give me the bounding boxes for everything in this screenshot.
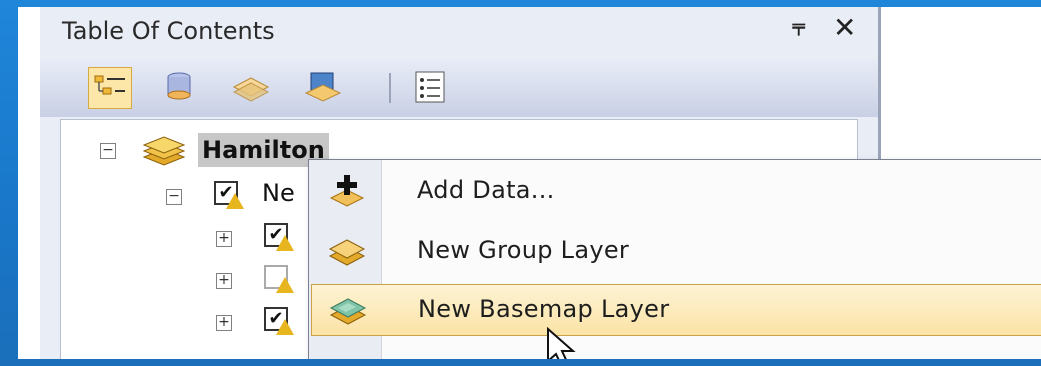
list-by-drawing-order-icon[interactable] <box>88 67 132 109</box>
basemap-layer-icon <box>328 293 368 327</box>
menu-item-add-data[interactable]: Add Data... <box>311 166 1040 216</box>
add-data-icon <box>327 174 367 208</box>
menu-item-new-group-layer[interactable]: New Group Layer <box>311 226 1040 276</box>
group-layer-icon <box>327 234 367 268</box>
menu-item-label: New Group Layer <box>417 236 630 264</box>
mouse-pointer-icon <box>546 326 580 359</box>
menu-item-new-basemap-layer[interactable]: New Basemap Layer <box>311 284 1041 336</box>
arcmap-screenshot: Table Of Contents ⫧ ✕ − Hamilton − ✔ Ne … <box>18 7 1041 359</box>
menu-item-label: Add Data... <box>417 176 555 204</box>
warning-icon <box>276 277 294 293</box>
toolbar-separator <box>389 73 391 103</box>
pin-icon[interactable]: ⫧ <box>792 13 806 41</box>
collapse-root-toggle[interactable]: − <box>100 143 116 159</box>
collapse-child-toggle[interactable]: − <box>166 189 182 205</box>
options-icon[interactable] <box>410 67 452 107</box>
list-by-source-icon[interactable] <box>158 67 200 107</box>
list-by-selection-icon[interactable] <box>302 67 344 107</box>
expand-toggle[interactable]: + <box>216 273 232 289</box>
context-menu: Add Data... New Group Layer New Basemap … <box>308 159 1041 359</box>
expand-toggle[interactable]: + <box>216 315 232 331</box>
close-icon[interactable]: ✕ <box>833 11 856 44</box>
toc-toolbar <box>40 59 878 117</box>
warning-icon <box>226 193 244 209</box>
group-layer-label[interactable]: Ne <box>262 179 295 207</box>
list-by-visibility-icon[interactable] <box>230 67 272 107</box>
map-layers-icon <box>140 135 188 171</box>
expand-toggle[interactable]: + <box>216 231 232 247</box>
menu-item-label: New Basemap Layer <box>418 295 670 323</box>
toc-title: Table Of Contents <box>62 17 275 45</box>
warning-icon <box>276 319 294 335</box>
warning-icon <box>276 235 294 251</box>
